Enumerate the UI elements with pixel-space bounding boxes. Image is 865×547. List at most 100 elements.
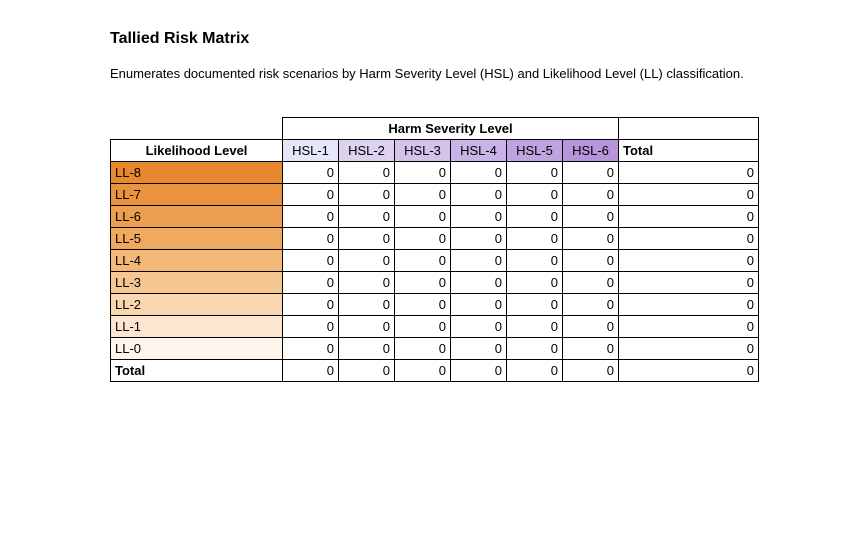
risk-matrix-table: Harm Severity Level Likelihood Level HSL… <box>110 117 759 382</box>
cell-value: 0 <box>395 250 451 272</box>
table-row: LL-80000000 <box>111 162 759 184</box>
row-total: 0 <box>619 316 759 338</box>
cell-value: 0 <box>395 184 451 206</box>
cell-value: 0 <box>563 184 619 206</box>
cell-value: 0 <box>507 316 563 338</box>
cell-value: 0 <box>451 250 507 272</box>
cell-value: 0 <box>507 206 563 228</box>
cell-value: 0 <box>507 250 563 272</box>
cell-value: 0 <box>339 316 395 338</box>
cell-value: 0 <box>451 294 507 316</box>
grand-total: 0 <box>619 360 759 382</box>
cell-value: 0 <box>451 272 507 294</box>
row-total: 0 <box>619 250 759 272</box>
row-label-total: Total <box>111 360 283 382</box>
col-hsl-5: HSL-5 <box>507 140 563 162</box>
spacer-top-right <box>619 118 759 140</box>
row-total: 0 <box>619 338 759 360</box>
row-label: LL-4 <box>111 250 283 272</box>
col-total-value: 0 <box>339 360 395 382</box>
superheader-hsl: Harm Severity Level <box>283 118 619 140</box>
cell-value: 0 <box>283 250 339 272</box>
row-total: 0 <box>619 228 759 250</box>
cell-value: 0 <box>339 206 395 228</box>
col-hsl-6: HSL-6 <box>563 140 619 162</box>
row-label: LL-7 <box>111 184 283 206</box>
cell-value: 0 <box>283 294 339 316</box>
cell-value: 0 <box>283 338 339 360</box>
cell-value: 0 <box>563 294 619 316</box>
row-header-title: Likelihood Level <box>111 140 283 162</box>
column-header-row: Likelihood Level HSL-1 HSL-2 HSL-3 HSL-4… <box>111 140 759 162</box>
cell-value: 0 <box>395 338 451 360</box>
cell-value: 0 <box>339 184 395 206</box>
table-row: LL-00000000 <box>111 338 759 360</box>
cell-value: 0 <box>563 206 619 228</box>
row-label: LL-8 <box>111 162 283 184</box>
col-total-value: 0 <box>563 360 619 382</box>
col-total-value: 0 <box>283 360 339 382</box>
row-total: 0 <box>619 294 759 316</box>
cell-value: 0 <box>395 272 451 294</box>
cell-value: 0 <box>507 294 563 316</box>
cell-value: 0 <box>283 272 339 294</box>
page-title: Tallied Risk Matrix <box>110 30 865 48</box>
row-label: LL-3 <box>111 272 283 294</box>
table-row: LL-10000000 <box>111 316 759 338</box>
cell-value: 0 <box>563 250 619 272</box>
col-total-value: 0 <box>507 360 563 382</box>
cell-value: 0 <box>283 228 339 250</box>
row-total: 0 <box>619 206 759 228</box>
spacer-top-left <box>111 118 283 140</box>
cell-value: 0 <box>507 272 563 294</box>
cell-value: 0 <box>451 338 507 360</box>
cell-value: 0 <box>339 338 395 360</box>
table-row-total: Total0000000 <box>111 360 759 382</box>
cell-value: 0 <box>451 206 507 228</box>
row-label: LL-6 <box>111 206 283 228</box>
row-total: 0 <box>619 272 759 294</box>
cell-value: 0 <box>563 228 619 250</box>
cell-value: 0 <box>395 206 451 228</box>
cell-value: 0 <box>395 228 451 250</box>
cell-value: 0 <box>339 294 395 316</box>
cell-value: 0 <box>283 206 339 228</box>
cell-value: 0 <box>283 316 339 338</box>
cell-value: 0 <box>451 316 507 338</box>
col-total-value: 0 <box>451 360 507 382</box>
table-row: LL-70000000 <box>111 184 759 206</box>
table-row: LL-60000000 <box>111 206 759 228</box>
cell-value: 0 <box>507 184 563 206</box>
col-total-value: 0 <box>395 360 451 382</box>
cell-value: 0 <box>563 316 619 338</box>
table-row: LL-40000000 <box>111 250 759 272</box>
col-hsl-1: HSL-1 <box>283 140 339 162</box>
cell-value: 0 <box>395 162 451 184</box>
cell-value: 0 <box>339 228 395 250</box>
row-total: 0 <box>619 162 759 184</box>
table-row: LL-50000000 <box>111 228 759 250</box>
cell-value: 0 <box>283 162 339 184</box>
cell-value: 0 <box>451 184 507 206</box>
cell-value: 0 <box>451 228 507 250</box>
cell-value: 0 <box>507 338 563 360</box>
row-label: LL-1 <box>111 316 283 338</box>
col-hsl-4: HSL-4 <box>451 140 507 162</box>
cell-value: 0 <box>563 338 619 360</box>
cell-value: 0 <box>563 272 619 294</box>
cell-value: 0 <box>339 162 395 184</box>
cell-value: 0 <box>395 294 451 316</box>
page-description: Enumerates documented risk scenarios by … <box>110 66 865 81</box>
row-total: 0 <box>619 184 759 206</box>
col-hsl-3: HSL-3 <box>395 140 451 162</box>
row-label: LL-2 <box>111 294 283 316</box>
col-total: Total <box>619 140 759 162</box>
table-row: LL-30000000 <box>111 272 759 294</box>
row-label: LL-0 <box>111 338 283 360</box>
cell-value: 0 <box>451 162 507 184</box>
col-hsl-2: HSL-2 <box>339 140 395 162</box>
cell-value: 0 <box>283 184 339 206</box>
table-row: LL-20000000 <box>111 294 759 316</box>
row-label: LL-5 <box>111 228 283 250</box>
cell-value: 0 <box>339 250 395 272</box>
